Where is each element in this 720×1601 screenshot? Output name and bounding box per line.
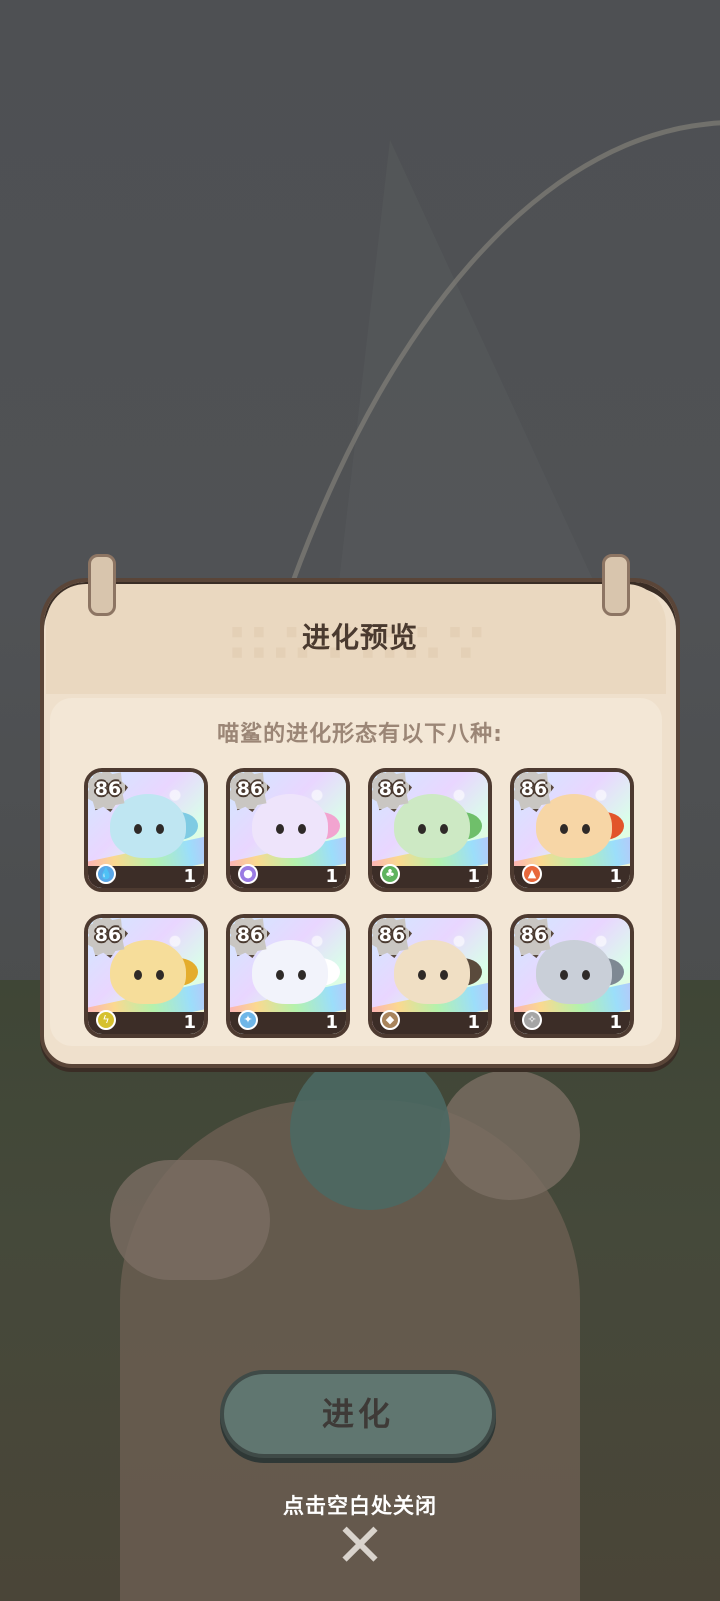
level-text: 86 <box>520 778 548 800</box>
evolution-preview-dialog: ∷∴∵∷∴∵ 进化预览 喵鲨的进化形态有以下八种: 86 💧 1 86 ● 1 86 ♣ 1 86… <box>40 554 680 1068</box>
binder-ring-icon <box>602 554 630 616</box>
background-cloud <box>440 1070 580 1200</box>
creature-eye <box>560 970 568 980</box>
creature-eye <box>134 824 142 834</box>
fire-icon: ▲ <box>522 864 542 884</box>
psychic-icon: ● <box>238 864 258 884</box>
creature-eye <box>440 824 448 834</box>
creature-eye <box>276 824 284 834</box>
card-count: 1 <box>467 1012 480 1033</box>
ice-icon: ✦ <box>238 1010 258 1030</box>
creature-eye <box>582 970 590 980</box>
evolution-card[interactable]: 86 ♣ 1 <box>368 768 492 892</box>
creature-eye <box>418 970 426 980</box>
evolution-card[interactable]: 86 ▲ 1 <box>510 768 634 892</box>
creature-eye <box>156 970 164 980</box>
level-text: 86 <box>236 778 264 800</box>
dialog-title: 进化预览 <box>301 621 418 654</box>
card-count: 1 <box>325 866 338 887</box>
creature-eye <box>298 824 306 834</box>
dialog-subtitle: 喵鲨的进化形态有以下八种: <box>217 722 503 747</box>
creature-eye <box>298 970 306 980</box>
evolution-card[interactable]: 86 ✧ 1 <box>510 914 634 1038</box>
background-orb <box>290 1050 450 1210</box>
evolution-grid: 86 💧 1 86 ● 1 86 ♣ 1 86 ▲ 1 86 ϟ 1 86 ✦ 1 86 ◆ 1 86 ✧ 1 <box>84 768 644 1038</box>
evolution-card[interactable]: 86 💧 1 <box>84 768 208 892</box>
creature-eye <box>276 970 284 980</box>
electric-icon: ϟ <box>96 1010 116 1030</box>
card-count: 1 <box>183 866 196 887</box>
background-cloud <box>110 1160 270 1280</box>
ground-icon: ◆ <box>380 1010 400 1030</box>
evolution-card[interactable]: 86 ϟ 1 <box>84 914 208 1038</box>
evolution-card[interactable]: 86 ✦ 1 <box>226 914 350 1038</box>
binder-ring-icon <box>88 554 116 616</box>
creature-eye <box>582 824 590 834</box>
level-text: 86 <box>378 778 406 800</box>
close-icon[interactable]: ✕ <box>334 1516 386 1576</box>
card-count: 1 <box>467 866 480 887</box>
creature-eye <box>560 824 568 834</box>
water-icon: 💧 <box>96 864 116 884</box>
grass-icon: ♣ <box>380 864 400 884</box>
evolution-card[interactable]: 86 ● 1 <box>226 768 350 892</box>
card-count: 1 <box>183 1012 196 1033</box>
creature-eye <box>156 824 164 834</box>
level-text: 86 <box>520 924 548 946</box>
creature-eye <box>418 824 426 834</box>
level-text: 86 <box>236 924 264 946</box>
level-text: 86 <box>94 778 122 800</box>
creature-eye <box>134 970 142 980</box>
evolve-button[interactable]: 进化 <box>220 1370 496 1458</box>
creature-eye <box>440 970 448 980</box>
card-count: 1 <box>325 1012 338 1033</box>
card-count: 1 <box>609 866 622 887</box>
normal-icon: ✧ <box>522 1010 542 1030</box>
evolution-card[interactable]: 86 ◆ 1 <box>368 914 492 1038</box>
level-text: 86 <box>94 924 122 946</box>
level-text: 86 <box>378 924 406 946</box>
card-count: 1 <box>609 1012 622 1033</box>
